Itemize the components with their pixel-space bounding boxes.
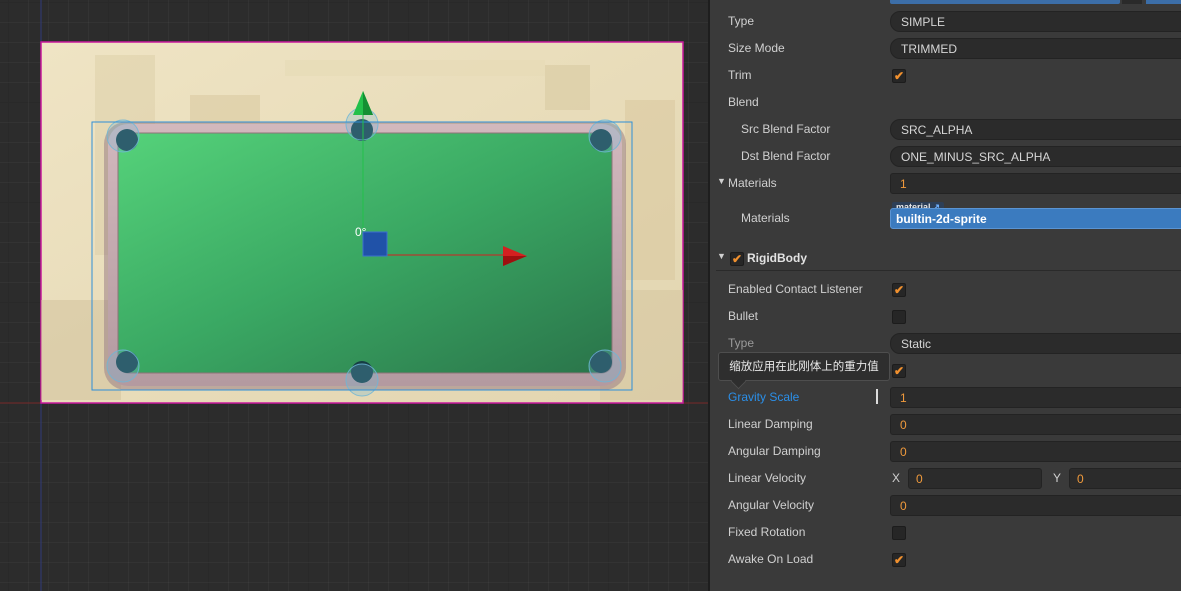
blend-label: Blend [728,95,759,109]
rigidbody-type-label: Type [728,336,755,350]
sprite-type-select[interactable]: SIMPLE [890,11,1181,32]
size-mode-row: Size Mode TRIMMED [710,35,1181,62]
awake-on-load-row: Awake On Load ✔ [710,546,1181,573]
scene-view[interactable]: 0° [0,0,708,591]
size-mode-select[interactable]: TRIMMED [890,38,1181,59]
material-item-label: Materials [741,211,790,225]
gravity-scale-label: Gravity Scale [728,390,800,404]
sprite-type-label: Type [728,14,755,28]
size-mode-label: Size Mode [728,41,785,55]
gravity-scale-input[interactable]: 1 [890,387,1181,408]
material-asset-field[interactable]: builtin-2d-sprite [890,208,1181,229]
materials-label: Materials [728,176,777,190]
gizmo-center-handle [362,231,388,257]
rigidbody-enabled-checkbox[interactable]: ✔ [730,252,744,266]
dst-blend-select[interactable]: ONE_MINUS_SRC_ALPHA [890,146,1181,167]
top-field-2[interactable] [1122,0,1142,4]
materials-count-input[interactable]: 1 [890,173,1181,194]
dst-blend-row: Dst Blend Factor ONE_MINUS_SRC_ALPHA [710,143,1181,170]
enabled-contact-row: Enabled Contact Listener ✔ [710,276,1181,303]
text-cursor-icon [876,389,878,404]
angular-velocity-label: Angular Velocity [728,498,815,512]
awake-on-load-checkbox[interactable]: ✔ [892,553,906,567]
enabled-contact-label: Enabled Contact Listener [728,282,863,296]
linear-velocity-label: Linear Velocity [728,471,807,485]
linear-damping-input[interactable]: 0 [890,414,1181,435]
blend-row: Blend [710,89,1181,116]
top-field-1[interactable] [890,0,1120,4]
trim-checkbox[interactable]: ✔ [892,69,906,83]
angular-damping-label: Angular Damping [728,444,821,458]
src-blend-select[interactable]: SRC_ALPHA [890,119,1181,140]
linear-damping-label: Linear Damping [728,417,813,431]
src-blend-row: Src Blend Factor SRC_ALPHA [710,116,1181,143]
fixed-rotation-row: Fixed Rotation [710,519,1181,546]
angular-velocity-input[interactable]: 0 [890,495,1181,516]
rigidbody-title: RigidBody [747,251,807,265]
sprite-type-row: Type SIMPLE [710,8,1181,35]
inspector-panel: Type SIMPLE Size Mode TRIMMED Trim ✔ Ble… [708,0,1181,591]
linear-damping-row: Linear Damping 0 [710,411,1181,438]
top-field-3[interactable] [1146,0,1181,4]
materials-row: ▼ Materials 1 [710,170,1181,197]
fixed-rotation-checkbox[interactable] [892,526,906,540]
material-item-row: material ↗ Materials builtin-2d-sprite [710,202,1181,232]
src-blend-label: Src Blend Factor [741,122,831,136]
fixed-rotation-label: Fixed Rotation [728,525,806,539]
rigidbody-expand-icon[interactable]: ▼ [717,251,726,261]
section-divider [716,270,1181,271]
enabled-contact-checkbox[interactable]: ✔ [892,283,906,297]
dst-blend-label: Dst Blend Factor [741,149,831,163]
gravity-scale-row: Gravity Scale 1 [710,384,1181,411]
gizmo-rotation-label: 0° [355,225,367,239]
rigidbody-header[interactable]: ▼ ✔ RigidBody [710,245,1181,272]
linear-velocity-y-label: Y [1053,471,1062,485]
gravity-scale-tooltip: 缩放应用在此刚体上的重力值 [718,352,890,381]
linear-velocity-y-input[interactable]: 0 [1069,468,1181,489]
rigidbody-type-select[interactable]: Static [890,333,1181,354]
materials-expand-icon[interactable]: ▼ [717,176,726,186]
trim-row: Trim ✔ [710,62,1181,89]
allow-sleep-checkbox[interactable]: ✔ [892,364,906,378]
linear-velocity-row: Linear Velocity X 0 Y 0 [710,465,1181,492]
bullet-label: Bullet [728,309,759,323]
angular-velocity-row: Angular Velocity 0 [710,492,1181,519]
inspector-top-fields [710,0,1181,6]
linear-velocity-x-label: X [892,471,901,485]
bullet-row: Bullet [710,303,1181,330]
awake-on-load-label: Awake On Load [728,552,814,566]
bullet-checkbox[interactable] [892,310,906,324]
angular-damping-row: Angular Damping 0 [710,438,1181,465]
trim-label: Trim [728,68,752,82]
linear-velocity-x-input[interactable]: 0 [908,468,1042,489]
scene-canvas[interactable]: 0° [0,0,708,591]
angular-damping-input[interactable]: 0 [890,441,1181,462]
